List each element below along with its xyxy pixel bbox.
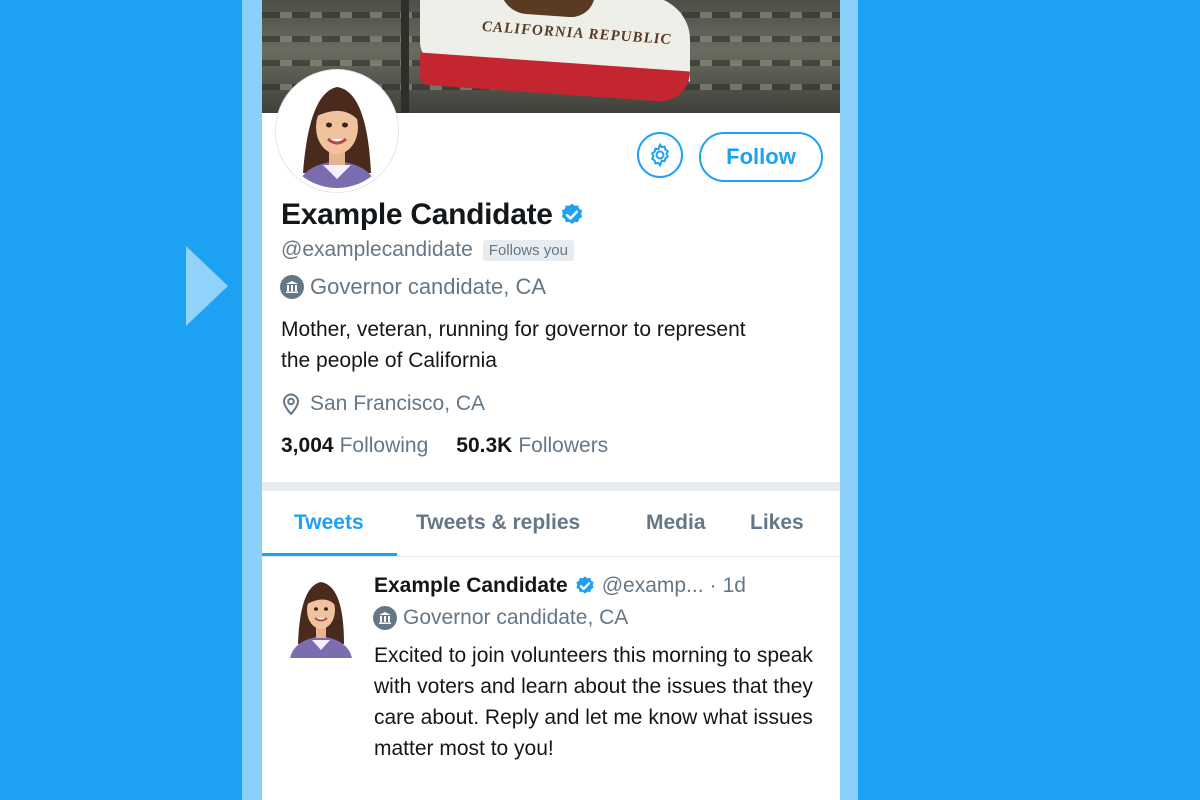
handle-row: @examplecandidate Follows you: [281, 238, 574, 262]
followers-count: 50.3K: [456, 434, 513, 457]
tweet-government-label: Governor candidate, CA: [403, 606, 629, 629]
follows-you-badge: Follows you: [482, 239, 574, 261]
tweet-author-name[interactable]: Example Candidate: [374, 574, 568, 598]
tweet-text: Excited to join volunteers this morning …: [374, 644, 813, 760]
tweet-header: Example Candidate @examp... · 1d: [374, 574, 746, 598]
tab-tweets[interactable]: Tweets: [294, 511, 364, 535]
government-label-row: Governor candidate, CA: [280, 274, 546, 300]
followers-label: Followers: [518, 434, 609, 457]
tweet-separator: ·: [709, 574, 717, 597]
profile-tabs: Tweets Tweets & replies Media Likes: [262, 491, 840, 557]
verified-badge-icon: [561, 203, 582, 224]
california-flag: CALIFORNIA REPUBLIC: [420, 0, 690, 113]
following-label: Following: [339, 434, 429, 457]
profile-name: Example Candidate: [281, 198, 553, 231]
government-label: Governor candidate, CA: [310, 274, 547, 299]
profile-name-row: Example Candidate: [281, 198, 585, 232]
profile-bio: Mother, veteran, running for governor to…: [281, 318, 746, 372]
play-arrow-icon: [186, 246, 228, 326]
government-building-icon: [280, 275, 304, 299]
tweet-government-label-row: Governor candidate, CA: [373, 606, 628, 630]
following-stat[interactable]: 3,004 Following: [281, 434, 428, 458]
active-tab-indicator: [262, 553, 397, 556]
profile-handle: @examplecandidate: [281, 238, 473, 261]
settings-button[interactable]: [637, 132, 683, 178]
tab-media[interactable]: Media: [646, 511, 706, 535]
profile-avatar[interactable]: [276, 70, 398, 192]
gear-icon: [650, 142, 670, 168]
following-count: 3,004: [281, 434, 334, 457]
tweet[interactable]: Example Candidate @examp... · 1d Governo…: [262, 558, 840, 800]
tab-likes[interactable]: Likes: [750, 511, 804, 535]
tweet-timestamp[interactable]: 1d: [723, 574, 746, 598]
location-pin-icon: [282, 393, 300, 416]
verified-badge-icon: [576, 576, 594, 594]
tweet-author-handle[interactable]: @examp...: [602, 574, 704, 598]
government-building-icon: [373, 606, 397, 630]
location-text: San Francisco, CA: [310, 392, 486, 415]
follow-button[interactable]: Follow: [699, 132, 823, 182]
follow-stats: 3,004 Following 50.3K Followers: [281, 434, 608, 458]
location-row: San Francisco, CA: [280, 392, 485, 416]
followers-stat[interactable]: 50.3K Followers: [456, 434, 608, 458]
tab-tweets-replies[interactable]: Tweets & replies: [416, 511, 580, 535]
section-divider: [262, 482, 840, 491]
tweet-avatar[interactable]: [286, 576, 356, 658]
profile-screen: CALIFORNIA REPUBLIC Follow Example Candi…: [262, 0, 840, 800]
